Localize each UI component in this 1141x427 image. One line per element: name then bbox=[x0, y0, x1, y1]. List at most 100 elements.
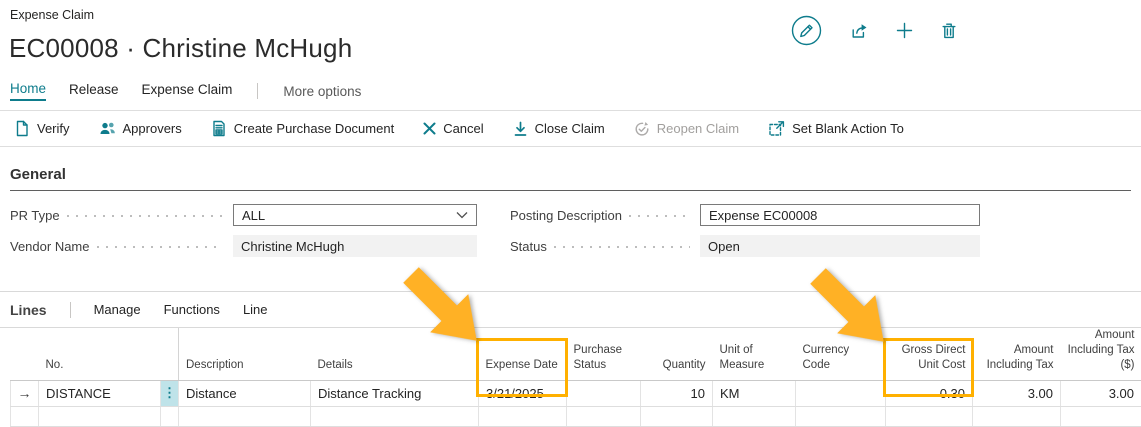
pr-type-value: ALL bbox=[242, 208, 265, 223]
cell-currency-code[interactable] bbox=[796, 380, 886, 406]
empty-cell[interactable] bbox=[39, 406, 161, 426]
set-blank-action-icon bbox=[768, 120, 785, 137]
approvers-button[interactable]: Approvers bbox=[99, 121, 182, 136]
empty-table-row[interactable] bbox=[11, 406, 1141, 426]
cancel-button[interactable]: Cancel bbox=[423, 121, 483, 136]
col-header-amount-including-tax[interactable]: Amount Including Tax bbox=[973, 328, 1061, 380]
col-header-unit-of-measure[interactable]: Unit of Measure bbox=[713, 328, 796, 380]
lines-toolbar: Lines Manage Functions Line bbox=[0, 292, 1141, 328]
empty-cell[interactable] bbox=[641, 406, 713, 426]
tab-home[interactable]: Home bbox=[10, 81, 46, 101]
new-button[interactable] bbox=[896, 22, 913, 39]
action-label: Reopen Claim bbox=[657, 121, 739, 136]
pr-type-field: PR Type ALL bbox=[10, 204, 477, 226]
col-header-details[interactable]: Details bbox=[311, 328, 479, 380]
action-label: Verify bbox=[37, 121, 70, 136]
system-action-bar bbox=[791, 15, 957, 46]
action-label: Cancel bbox=[443, 121, 483, 136]
general-section-heading[interactable]: General bbox=[10, 166, 1131, 191]
posting-description-field: Posting Description Expense EC00008 bbox=[510, 204, 980, 226]
status-label: Status bbox=[510, 239, 547, 254]
lines-menu-manage[interactable]: Manage bbox=[94, 302, 141, 317]
cell-amount-including-tax-usd[interactable]: 3.00 bbox=[1061, 380, 1141, 406]
more-options-button[interactable]: More options bbox=[283, 84, 361, 99]
cell-description[interactable]: Distance bbox=[179, 380, 311, 406]
empty-cell[interactable] bbox=[973, 406, 1061, 426]
right-arrow-icon: → bbox=[18, 385, 32, 401]
col-header-expense-date[interactable]: Expense Date bbox=[479, 328, 567, 380]
share-button[interactable] bbox=[850, 22, 868, 39]
tab-divider bbox=[257, 83, 258, 99]
verify-button[interactable]: Verify bbox=[14, 120, 70, 137]
empty-cell[interactable] bbox=[179, 406, 311, 426]
empty-cell[interactable] bbox=[1061, 406, 1141, 426]
cell-no[interactable]: DISTANCE bbox=[39, 380, 161, 406]
tab-release[interactable]: Release bbox=[69, 82, 119, 100]
posting-description-label: Posting Description bbox=[510, 208, 622, 223]
empty-cell[interactable] bbox=[796, 406, 886, 426]
status-field: Status Open bbox=[510, 235, 980, 257]
empty-cell[interactable] bbox=[567, 406, 641, 426]
plus-icon bbox=[896, 22, 913, 39]
lines-heading[interactable]: Lines bbox=[10, 302, 47, 318]
cell-unit-of-measure[interactable]: KM bbox=[713, 380, 796, 406]
purchase-document-icon bbox=[211, 120, 227, 137]
dotted-leader bbox=[67, 215, 223, 217]
edit-button[interactable] bbox=[791, 15, 822, 46]
action-label: Close Claim bbox=[535, 121, 605, 136]
delete-button[interactable] bbox=[941, 22, 957, 39]
action-label: Approvers bbox=[123, 121, 182, 136]
dotted-leader bbox=[97, 246, 224, 248]
action-label: Create Purchase Document bbox=[234, 121, 394, 136]
empty-cell[interactable] bbox=[479, 406, 567, 426]
pr-type-label: PR Type bbox=[10, 208, 60, 223]
close-claim-button[interactable]: Close Claim bbox=[513, 121, 605, 137]
cell-details[interactable]: Distance Tracking bbox=[311, 380, 479, 406]
lines-menu-line[interactable]: Line bbox=[243, 302, 268, 317]
table-header-row: No. Description Details Expense Date Pur… bbox=[11, 328, 1141, 380]
row-selector-header bbox=[11, 328, 39, 380]
page-title: EC00008 · Christine McHugh bbox=[9, 33, 1141, 64]
action-label: Set Blank Action To bbox=[792, 121, 904, 136]
trash-icon bbox=[941, 22, 957, 39]
dotted-leader bbox=[629, 215, 690, 217]
cell-quantity[interactable]: 10 bbox=[641, 380, 713, 406]
cell-expense-date[interactable]: 3/21/2025 bbox=[479, 380, 567, 406]
col-header-gross-direct-unit-cost[interactable]: Gross Direct Unit Cost bbox=[886, 328, 973, 380]
create-purchase-document-button[interactable]: Create Purchase Document bbox=[211, 120, 394, 137]
col-header-amount-including-tax-usd[interactable]: Amount Including Tax ($) bbox=[1061, 328, 1141, 380]
lines-menu-functions[interactable]: Functions bbox=[164, 302, 220, 317]
cell-purchase-status[interactable] bbox=[567, 380, 641, 406]
dotted-leader bbox=[554, 246, 690, 248]
empty-cell bbox=[11, 406, 39, 426]
pr-type-dropdown[interactable]: ALL bbox=[233, 204, 477, 226]
cell-gross-direct-unit-cost[interactable]: 0.30 bbox=[886, 380, 973, 406]
cancel-x-icon bbox=[423, 122, 436, 135]
verify-document-icon bbox=[14, 120, 30, 137]
share-icon bbox=[850, 22, 868, 39]
status-value: Open bbox=[700, 235, 980, 257]
col-header-quantity[interactable]: Quantity bbox=[641, 328, 713, 380]
page-caption: Expense Claim bbox=[10, 8, 1141, 22]
reopen-claim-button[interactable]: Reopen Claim bbox=[634, 121, 739, 137]
empty-cell[interactable] bbox=[713, 406, 796, 426]
close-claim-download-icon bbox=[513, 121, 528, 137]
row-menu-button[interactable]: ⋮ bbox=[161, 380, 179, 406]
col-header-currency-code[interactable]: Currency Code bbox=[796, 328, 886, 380]
chevron-down-icon bbox=[456, 211, 468, 219]
cell-amount-including-tax[interactable]: 3.00 bbox=[973, 380, 1061, 406]
col-header-no[interactable]: No. bbox=[39, 328, 179, 380]
col-header-purchase-status[interactable]: Purchase Status bbox=[567, 328, 641, 380]
approvers-people-icon bbox=[99, 121, 116, 136]
vertical-ellipsis-icon: ⋮ bbox=[163, 385, 176, 400]
lines-table: No. Description Details Expense Date Pur… bbox=[10, 328, 1141, 427]
empty-cell[interactable] bbox=[886, 406, 973, 426]
col-header-description[interactable]: Description bbox=[179, 328, 311, 380]
set-blank-action-to-button[interactable]: Set Blank Action To bbox=[768, 120, 904, 137]
tab-expense-claim[interactable]: Expense Claim bbox=[142, 82, 233, 100]
table-row[interactable]: → DISTANCE ⋮ Distance Distance Tracking … bbox=[11, 380, 1141, 406]
vendor-name-field: Vendor Name Christine McHugh bbox=[10, 235, 477, 257]
posting-description-input[interactable]: Expense EC00008 bbox=[700, 204, 980, 226]
action-bar: Verify Approvers Create Purchase Documen… bbox=[0, 110, 1141, 147]
empty-cell[interactable] bbox=[311, 406, 479, 426]
